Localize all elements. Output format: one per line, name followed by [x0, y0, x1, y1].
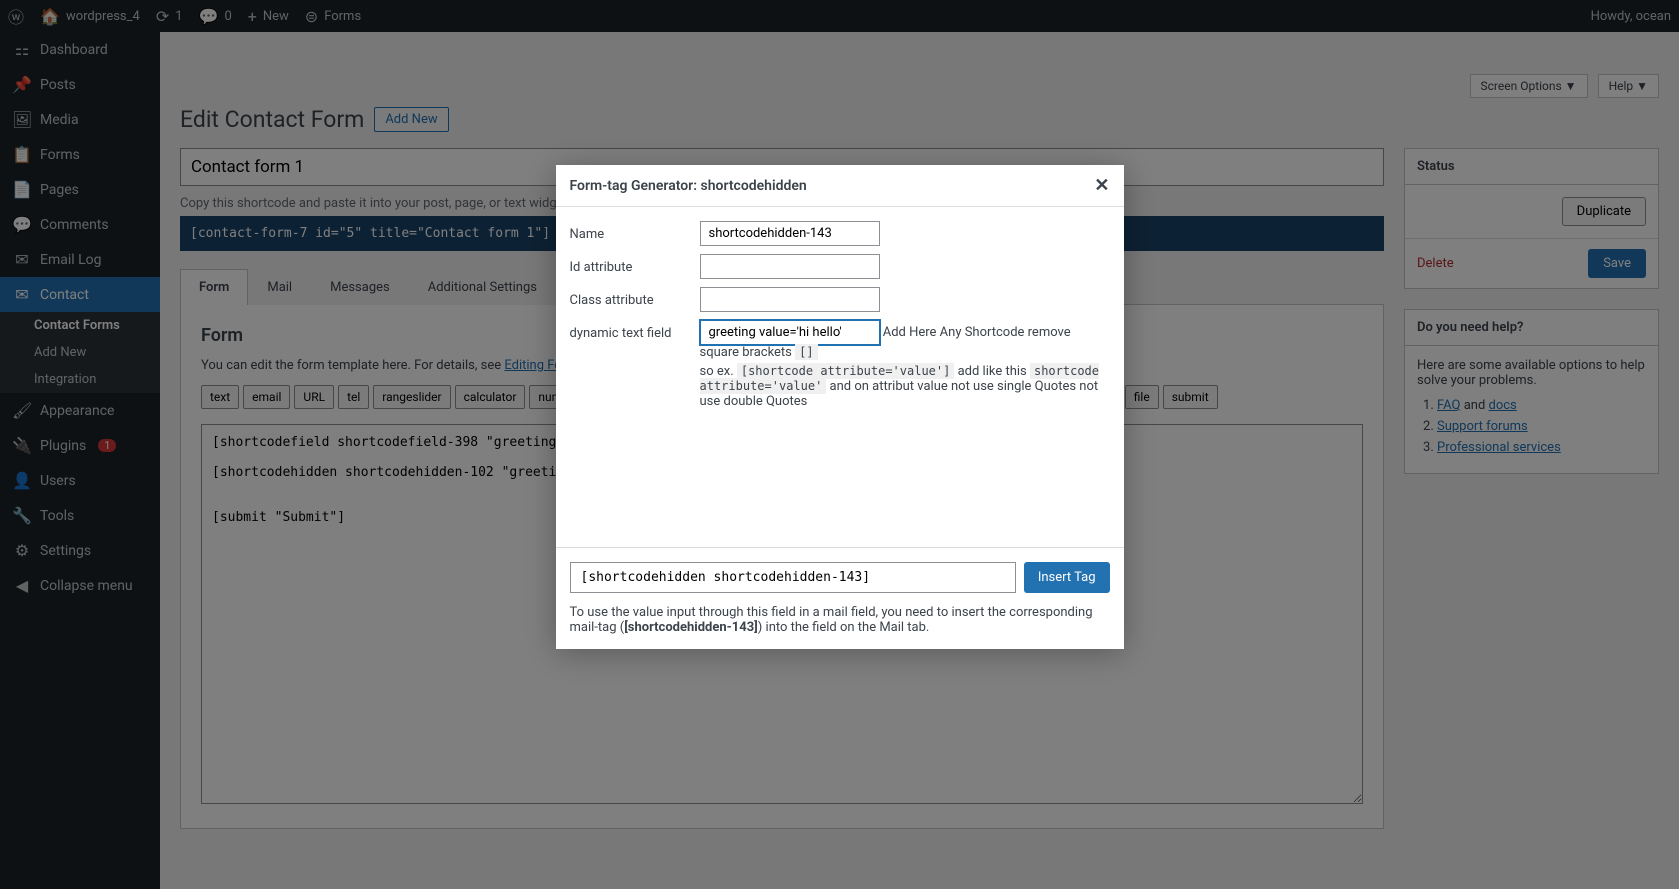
- class-input[interactable]: [700, 287, 880, 312]
- output-field[interactable]: [570, 562, 1016, 593]
- row-class: Class attribute: [570, 287, 1110, 312]
- brackets-code: []: [795, 344, 817, 360]
- ex-code1: [shortcode attribute='value']: [737, 363, 955, 379]
- dynamic-input[interactable]: [700, 320, 880, 345]
- modal-footer-row: Insert Tag: [570, 562, 1110, 593]
- name-input[interactable]: [700, 221, 880, 246]
- dynamic-example: so ex. [shortcode attribute='value'] add…: [700, 364, 1110, 409]
- name-label: Name: [570, 221, 700, 242]
- row-dynamic: dynamic text field Add Here Any Shortcod…: [570, 320, 1110, 409]
- id-input[interactable]: [700, 254, 880, 279]
- row-id: Id attribute: [570, 254, 1110, 279]
- modal-title: Form-tag Generator: shortcodehidden: [570, 178, 807, 194]
- mail-tag: [shortcodehidden-143]: [624, 620, 758, 635]
- modal-close-button[interactable]: ✕: [1094, 175, 1109, 196]
- dynamic-label: dynamic text field: [570, 320, 700, 341]
- class-label: Class attribute: [570, 287, 700, 308]
- row-name: Name: [570, 221, 1110, 246]
- id-label: Id attribute: [570, 254, 700, 275]
- form-tag-modal: Form-tag Generator: shortcodehidden ✕ Na…: [556, 165, 1124, 649]
- modal-help-text: To use the value input through this fiel…: [570, 605, 1110, 635]
- insert-tag-button[interactable]: Insert Tag: [1024, 562, 1110, 593]
- modal-footer: Insert Tag To use the value input throug…: [556, 547, 1124, 649]
- modal-header: Form-tag Generator: shortcodehidden ✕: [556, 165, 1124, 207]
- modal-body: Name Id attribute Class attribute dynami…: [556, 207, 1124, 547]
